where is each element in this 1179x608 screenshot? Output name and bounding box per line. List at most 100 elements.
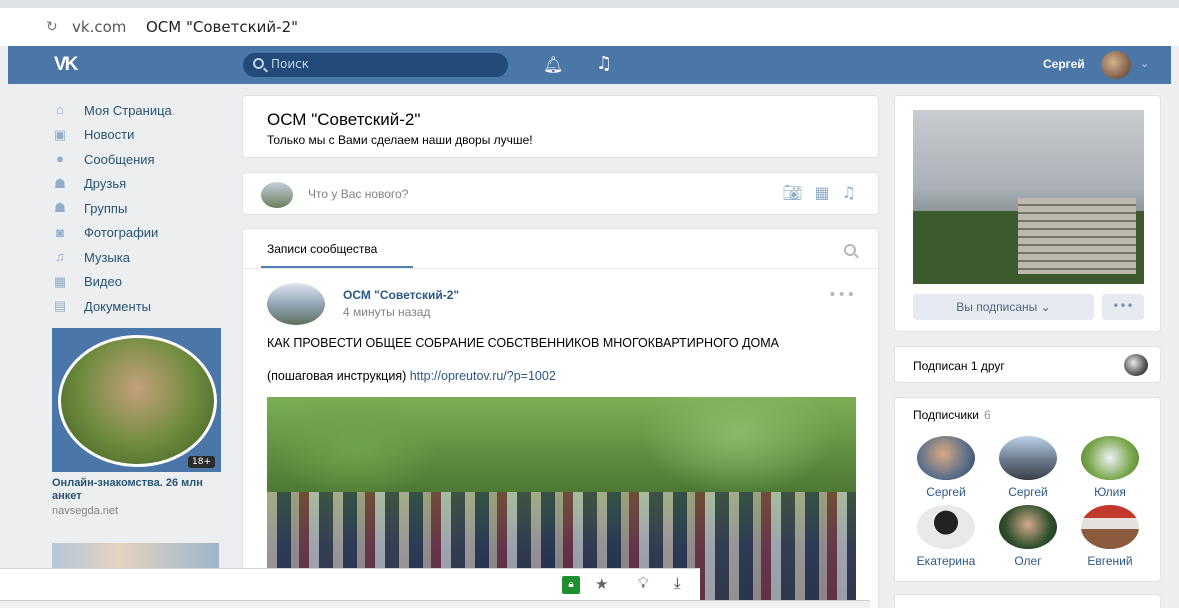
url-host[interactable]: vk.com (72, 18, 126, 36)
browser-bottom-bar: 🔒︎ ★ 💡︎ ⤓ (0, 568, 700, 600)
sidebar-item-label: Группы (84, 200, 128, 216)
avatar[interactable] (1124, 354, 1148, 376)
friends-icon: ☗ (54, 175, 66, 191)
sidebar-item-groups[interactable]: ☗ Группы (52, 196, 232, 221)
subscribers-label: Подписчики (913, 408, 980, 422)
search-placeholder: Поиск (271, 57, 310, 71)
home-icon: ⌂ (56, 102, 64, 118)
sidebar-item-label: Фотографии (84, 225, 159, 241)
search-icon (253, 58, 264, 69)
group-cover-card: Вы подписаны ⌄ ••• (894, 95, 1161, 332)
lock-icon[interactable]: 🔒︎ (562, 576, 580, 594)
search-icon[interactable] (844, 244, 856, 256)
group-status: Только мы с Вами сделаем наши дворы лучш… (267, 133, 533, 147)
sidebar-item-friends[interactable]: ☗ Друзья (52, 172, 232, 197)
friend-text: Подписан 1 друг (913, 359, 1005, 373)
sidebar-item-label: Документы (84, 298, 152, 314)
news-icon: ▣ (53, 126, 67, 142)
photo-icon: ◙ (56, 224, 64, 240)
sidebar-item-label: Новости (84, 127, 135, 143)
post-link[interactable]: http://opreutov.ru/?p=1002 (410, 369, 556, 383)
post-author[interactable]: ОСМ "Советский-2" (343, 288, 459, 302)
post-text-line2: (пошаговая инструкция) http://opreutov.r… (267, 369, 556, 383)
group-cover-photo[interactable] (913, 110, 1144, 284)
subscriber-name: Юлия (1094, 485, 1126, 499)
chevron-down-icon[interactable]: ⌄ (1140, 57, 1149, 70)
sidebar-item-photos[interactable]: ◙ Фотографии (52, 221, 232, 246)
avatar (999, 436, 1057, 480)
url-title[interactable]: ОСМ "Советский-2" (146, 18, 298, 36)
subscribers-card: Подписчики 6 Сергей Сергей Юлия Екатерина… (894, 397, 1161, 582)
post-text-prefix: (пошаговая инструкция) (267, 369, 410, 383)
message-icon: ● (56, 151, 64, 167)
music-icon[interactable]: ♫ (596, 53, 612, 74)
search-input[interactable]: Поиск (243, 53, 508, 77)
browser-tab-strip (0, 0, 1179, 8)
browser-address-bar: ↻ vk.com ОСМ "Советский-2" (0, 0, 1179, 46)
camera-icon[interactable]: 📷︎ (782, 183, 802, 202)
group-header-card: ОСМ "Советский-2" Только мы с Вами сдела… (242, 95, 879, 158)
subscribed-button[interactable]: Вы подписаны ⌄ (913, 294, 1094, 320)
cover-building (1018, 198, 1136, 274)
more-icon[interactable]: ••• (828, 287, 856, 303)
tab-community-posts[interactable]: Записи сообщества (267, 242, 377, 256)
subscriber[interactable]: Олег (987, 505, 1069, 568)
ad-image (58, 335, 217, 467)
browser-bottom-edge (0, 600, 870, 608)
ad-url[interactable]: navsegda.net (52, 505, 118, 517)
divider (243, 268, 880, 269)
new-post-box[interactable]: Что у Вас нового? 📷︎ ▦ ♫ (242, 172, 879, 215)
sidebar-item-label: Видео (84, 274, 122, 290)
subscriber[interactable]: Юлия (1069, 436, 1151, 499)
left-menu: ⌂ Моя Страница ▣ Новости ● Сообщения ☗ Друзь… (52, 98, 232, 319)
avatar[interactable] (1101, 51, 1131, 79)
subscriber[interactable]: Сергей (987, 436, 1069, 499)
user-name[interactable]: Сергей (1043, 57, 1085, 71)
vk-logo-icon[interactable]: VK (54, 54, 90, 76)
sidebar-item-video[interactable]: ▦ Видео (52, 270, 232, 295)
more-button[interactable]: ••• (1102, 294, 1144, 320)
video-icon[interactable]: ▦ (815, 183, 830, 202)
bell-icon[interactable]: 🔔︎ (543, 55, 563, 74)
subscriber-name: Олег (1014, 554, 1042, 568)
subscriber-name: Сергей (926, 485, 966, 499)
avatar (999, 505, 1057, 549)
video-icon: ▦ (53, 273, 67, 289)
sidebar-item-news[interactable]: ▣ Новости (52, 123, 232, 148)
avatar (917, 505, 975, 549)
post-time[interactable]: 4 минуты назад (343, 305, 430, 319)
groups-icon: ☗ (54, 200, 66, 216)
sidebar-item-label: Моя Страница (84, 102, 172, 118)
avatar (1081, 436, 1139, 480)
subscribers-title[interactable]: Подписчики 6 (913, 408, 991, 422)
subscriber-name: Евгений (1087, 554, 1133, 568)
subscriber[interactable]: Евгений (1069, 505, 1151, 568)
sidebar-item-label: Друзья (84, 176, 127, 192)
music-icon[interactable]: ♫ (842, 183, 856, 202)
ad-banner[interactable]: 18+ (52, 328, 221, 472)
subscriber-name: Сергей (1008, 485, 1048, 499)
sidebar-item-label: Сообщения (84, 151, 155, 167)
new-post-input[interactable]: Что у Вас нового? (308, 187, 408, 201)
top-header: VK Поиск 🔔︎ ♫ Сергей ⌄ (8, 46, 1171, 84)
documents-icon: ▤ (53, 298, 67, 314)
sidebar-item-messages[interactable]: ● Сообщения (52, 147, 232, 172)
subscriber[interactable]: Екатерина (905, 505, 987, 568)
reload-icon[interactable]: ↻ (46, 19, 58, 35)
sidebar-item-label: Музыка (84, 249, 130, 265)
download-icon[interactable]: ⤓ (674, 574, 681, 592)
subscriber[interactable]: Сергей (905, 436, 987, 499)
sidebar-item-my-page[interactable]: ⌂ Моя Страница (52, 98, 232, 123)
page-title: ОСМ "Советский-2" (267, 110, 421, 129)
age-badge: 18+ (188, 456, 215, 468)
sidebar-item-music[interactable]: ♫ Музыка (52, 245, 232, 270)
friends-subscribed-card[interactable]: Подписан 1 друг (894, 346, 1161, 383)
star-icon[interactable]: ★ (595, 575, 608, 593)
avatar[interactable] (267, 283, 325, 325)
sidebar-item-documents[interactable]: ▤ Документы (52, 294, 232, 319)
bulb-icon[interactable]: 💡︎ (638, 574, 649, 592)
avatar (261, 182, 293, 208)
attach-icons: 📷︎ ▦ ♫ (782, 183, 856, 202)
ad-title[interactable]: Онлайн-знакомства. 26 млн анкет (52, 477, 222, 503)
subscribers-count: 6 (984, 408, 991, 422)
